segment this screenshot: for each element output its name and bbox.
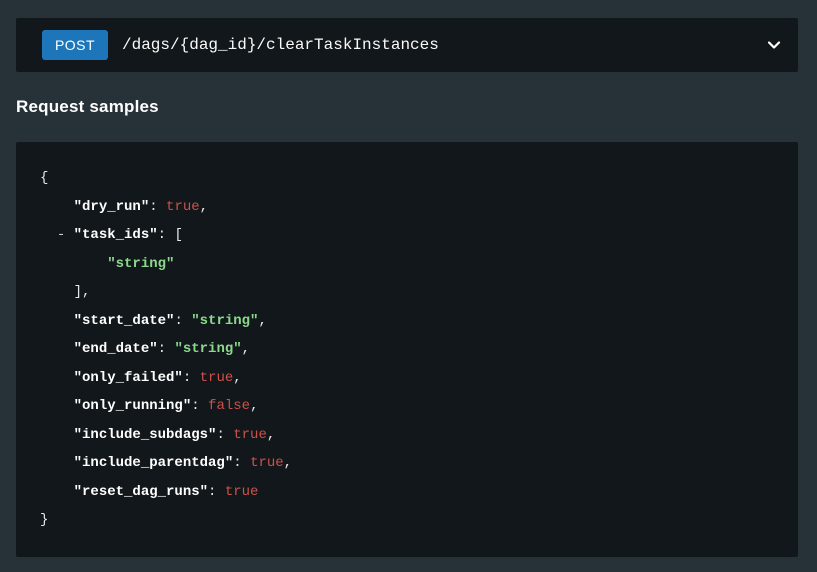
code-line: "include_parentdag": true,: [40, 449, 774, 478]
chevron-down-icon[interactable]: [764, 35, 784, 55]
json-punctuation: [40, 484, 74, 500]
json-punctuation: [40, 313, 74, 329]
json-punctuation: :: [157, 341, 175, 357]
code-line: "only_running": false,: [40, 392, 774, 421]
json-boolean-value: true: [233, 426, 267, 443]
code-line: "end_date": "string",: [40, 335, 774, 364]
json-punctuation: ,: [258, 312, 267, 329]
json-punctuation: :: [216, 426, 234, 443]
code-line: }: [40, 506, 774, 535]
json-key: "only_failed": [73, 369, 183, 386]
json-punctuation: [40, 227, 57, 243]
json-key: "include_parentdag": [73, 455, 234, 471]
json-punctuation: [40, 455, 74, 471]
json-punctuation: ,: [283, 455, 293, 471]
json-punctuation: ,: [199, 198, 209, 215]
json-punctuation: ,: [266, 426, 276, 443]
json-punctuation: ,: [250, 398, 259, 414]
json-punctuation: [40, 370, 74, 386]
code-line: ],: [40, 278, 774, 307]
http-method-badge: POST: [42, 30, 108, 60]
api-docs-request-samples-panel: POST /dags/{dag_id}/clearTaskInstances R…: [0, 0, 817, 572]
json-punctuation: [40, 199, 74, 215]
code-line: "dry_run": true,: [40, 193, 774, 222]
json-punctuation: ,: [241, 341, 251, 357]
json-string-value: "string": [107, 255, 175, 272]
code-line: - "task_ids": [: [40, 221, 774, 250]
json-key: "end_date": [73, 341, 158, 357]
json-punctuation: :: [191, 398, 209, 414]
json-key: "only_running": [73, 398, 192, 414]
json-punctuation: [40, 341, 74, 357]
json-punctuation: {: [40, 170, 49, 186]
json-punctuation: :: [208, 483, 225, 500]
code-line: "string": [40, 250, 774, 279]
json-boolean-value: true: [224, 483, 259, 500]
json-punctuation: : [: [157, 227, 183, 243]
json-punctuation: :: [174, 312, 192, 329]
json-boolean-value: true: [250, 455, 284, 471]
json-punctuation: :: [149, 198, 167, 215]
json-punctuation: }: [40, 512, 49, 528]
json-punctuation: ,: [233, 369, 242, 386]
json-boolean-value: false: [208, 398, 251, 414]
code-line: "include_subdags": true,: [40, 421, 774, 450]
request-samples-title: Request samples: [16, 97, 159, 116]
json-key: "reset_dag_runs": [73, 483, 209, 500]
json-key: "dry_run": [73, 198, 150, 215]
json-punctuation: [40, 427, 74, 443]
code-line: "only_failed": true,: [40, 364, 774, 393]
json-punctuation: [65, 227, 73, 243]
json-punctuation: :: [233, 455, 251, 471]
json-key: "start_date": [73, 312, 175, 329]
json-boolean-value: true: [199, 369, 234, 386]
code-line: "start_date": "string",: [40, 307, 774, 336]
code-line: {: [40, 164, 774, 193]
collapse-array-toggle[interactable]: -: [57, 227, 65, 243]
endpoint-header[interactable]: POST /dags/{dag_id}/clearTaskInstances: [16, 18, 798, 72]
json-punctuation: [40, 256, 107, 272]
json-boolean-value: true: [166, 198, 200, 215]
json-key: "include_subdags": [73, 426, 217, 443]
json-string-value: "string": [174, 341, 242, 357]
json-string-value: "string": [191, 312, 259, 329]
endpoint-path: /dags/{dag_id}/clearTaskInstances: [122, 36, 439, 54]
json-punctuation: ],: [40, 284, 91, 300]
json-punctuation: [40, 398, 74, 414]
request-sample-code-panel: { "dry_run": true, - "task_ids": [ "stri…: [16, 142, 798, 557]
json-punctuation: :: [182, 369, 200, 386]
json-sample-code: { "dry_run": true, - "task_ids": [ "stri…: [16, 142, 798, 557]
json-key: "task_ids": [73, 227, 158, 243]
code-line: "reset_dag_runs": true: [40, 478, 774, 507]
